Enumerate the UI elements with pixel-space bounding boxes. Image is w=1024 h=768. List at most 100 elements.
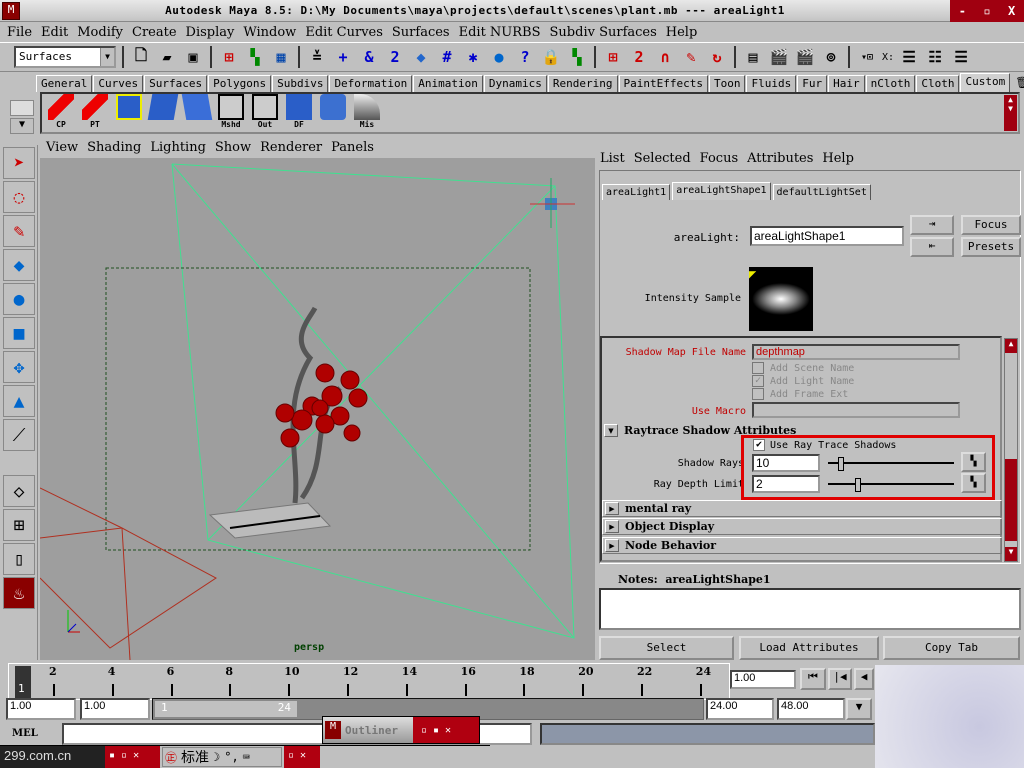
shelf-tab-custom[interactable]: Custom: [960, 73, 1011, 92]
menu-edit[interactable]: Edit: [38, 22, 74, 42]
manipulator-tool-icon[interactable]: ✥: [3, 351, 35, 383]
snap-star-icon[interactable]: ✱: [462, 46, 484, 68]
node-name-field[interactable]: areaLightShape1: [750, 226, 904, 246]
range-slider-handle[interactable]: 1 24: [155, 701, 297, 717]
viewport-menu-panels[interactable]: Panels: [331, 140, 374, 158]
use-macro-field[interactable]: [752, 402, 960, 418]
step-back-key-icon[interactable]: ◀: [854, 668, 874, 690]
shelf-options-chevron-icon[interactable]: ▼: [10, 118, 34, 134]
lock-icon[interactable]: 🔒: [540, 46, 562, 68]
shelf-item-surface-2[interactable]: [147, 94, 179, 132]
attribute-scrollbar[interactable]: ▲ ▼: [1004, 338, 1018, 562]
current-time-field[interactable]: 1.00: [730, 670, 796, 689]
magnet-icon[interactable]: ∩: [654, 46, 676, 68]
input-mode-icon[interactable]: ▾⊡: [856, 46, 878, 68]
menu-file[interactable]: File: [4, 22, 38, 42]
shelf-item-surface-3[interactable]: [181, 94, 213, 132]
viewport-menu-view[interactable]: View: [46, 140, 78, 158]
last-tool-icon[interactable]: ⟋: [3, 419, 35, 451]
playback-start-field[interactable]: 1.00: [80, 698, 150, 720]
shelf-tab-ncloth[interactable]: nCloth: [865, 75, 916, 92]
ae-menu-selected[interactable]: Selected: [634, 151, 691, 166]
shelf-tab-subdivs[interactable]: Subdivs: [272, 75, 329, 92]
time-slider[interactable]: 1 2 4 6 8 10 12 14 16 18 20 22 24: [8, 663, 730, 700]
four-pane-layout-icon[interactable]: ⊞: [3, 509, 35, 541]
shelf-tab-hair[interactable]: Hair: [828, 75, 865, 92]
tab-arealight1[interactable]: areaLight1: [602, 184, 671, 200]
viewport-menu-lighting[interactable]: Lighting: [150, 140, 206, 158]
preferences-chevron-icon[interactable]: ▼: [846, 698, 872, 720]
save-scene-icon[interactable]: ▣: [182, 46, 204, 68]
rotate-tool-icon[interactable]: ●: [3, 283, 35, 315]
tool-settings-toggle-icon[interactable]: ☷: [924, 46, 946, 68]
render-settings-icon[interactable]: ⊚: [820, 46, 842, 68]
ime-toolbar[interactable]: ㊣标准 ☽ °, ⌨: [162, 747, 282, 767]
render-icon[interactable]: 🎬: [768, 46, 790, 68]
viewport-menu-show[interactable]: Show: [215, 140, 251, 158]
step-back-icon[interactable]: |◀: [828, 668, 852, 690]
animation-end-field[interactable]: 48.00: [777, 698, 845, 720]
shelf-menu-button[interactable]: [10, 100, 34, 116]
shelf-tab-surfaces[interactable]: Surfaces: [144, 75, 208, 92]
copy-tab-button[interactable]: Copy Tab: [883, 636, 1020, 660]
notes-textarea[interactable]: [599, 588, 1021, 630]
close-button[interactable]: X: [1008, 4, 1015, 18]
shelf-item-df[interactable]: DF: [284, 94, 314, 132]
output-connection-icon[interactable]: ⇤: [910, 237, 954, 257]
menu-modify[interactable]: Modify: [74, 22, 129, 42]
menu-subdiv-surfaces[interactable]: Subdiv Surfaces: [547, 22, 663, 42]
shelf-tab-animation[interactable]: Animation: [413, 75, 483, 92]
uv-icon[interactable]: ✎: [680, 46, 702, 68]
shelf-item-surface-1[interactable]: [114, 94, 144, 132]
soft-mod-tool-icon[interactable]: ▲: [3, 385, 35, 417]
lasso-tool-icon[interactable]: ◌: [3, 181, 35, 213]
go-to-start-icon[interactable]: ⏮: [800, 668, 826, 690]
ae-menu-attributes[interactable]: Attributes: [747, 151, 813, 166]
add-scene-name-checkbox[interactable]: [752, 362, 764, 374]
playback-end-field[interactable]: 24.00: [706, 698, 774, 720]
load-attributes-button[interactable]: Load Attributes: [739, 636, 879, 660]
input-connection-icon[interactable]: ⇥: [910, 215, 954, 235]
move-tool-icon[interactable]: ◆: [3, 249, 35, 281]
taskbar-close-icon[interactable]: ▫ ✕: [284, 746, 320, 768]
scroll-thumb[interactable]: [1005, 459, 1017, 541]
shadow-map-file-name-field[interactable]: depthmap: [752, 344, 960, 360]
shelf-tab-cloth[interactable]: Cloth: [916, 75, 960, 92]
snap-live-icon[interactable]: #: [436, 46, 458, 68]
sphere-icon[interactable]: ●: [488, 46, 510, 68]
snap-grid-icon[interactable]: +: [332, 46, 354, 68]
tab-arealightshape1[interactable]: areaLightShape1: [672, 182, 771, 200]
menu-help[interactable]: Help: [663, 22, 704, 42]
current-frame-marker[interactable]: 1: [15, 666, 31, 698]
menu-window[interactable]: Window: [240, 22, 302, 42]
help-icon[interactable]: ?: [514, 46, 536, 68]
single-pane-layout-icon[interactable]: ◇: [3, 475, 35, 507]
minimize-button[interactable]: -: [959, 4, 966, 18]
mental-ray-section[interactable]: ▶ mental ray: [602, 500, 1002, 517]
outliner-window[interactable]: M Outliner ▫▪✕: [322, 716, 480, 744]
ae-menu-help[interactable]: Help: [822, 151, 854, 166]
window-controls-icon[interactable]: ▫▪✕: [421, 725, 457, 736]
paint-select-tool-icon[interactable]: ✎: [3, 215, 35, 247]
object-display-section[interactable]: ▶ Object Display: [602, 518, 1002, 535]
add-frame-ext-checkbox[interactable]: [752, 388, 764, 400]
shelf-item-mshd[interactable]: Mshd: [216, 94, 246, 132]
menu-create[interactable]: Create: [129, 22, 183, 42]
new-scene-icon[interactable]: 🗋: [130, 46, 152, 68]
shelf-tab-general[interactable]: General: [36, 75, 93, 92]
shelf-tab-dynamics[interactable]: Dynamics: [483, 75, 547, 92]
outliner-tab[interactable]: M Outliner: [323, 717, 413, 743]
shelf-tab-polygons[interactable]: Polygons: [208, 75, 272, 92]
shelf-tab-rendering[interactable]: Rendering: [547, 75, 618, 92]
shelf-tab-painteffects[interactable]: PaintEffects: [618, 75, 708, 92]
focus-button[interactable]: Focus: [961, 215, 1021, 235]
shelf-item-out[interactable]: Out: [250, 94, 280, 132]
ime-mode-label[interactable]: 标准: [181, 747, 209, 767]
history-icon[interactable]: ⊞: [602, 46, 624, 68]
node-behavior-section[interactable]: ▶ Node Behavior: [602, 537, 1002, 554]
add-light-name-checkbox[interactable]: ✓: [752, 375, 764, 387]
keyboard-icon[interactable]: ⌨: [243, 750, 250, 764]
shelf-tab-deformation[interactable]: Deformation: [329, 75, 413, 92]
select-hierarchy-icon[interactable]: ⊞: [218, 46, 240, 68]
channel-box-toggle-icon[interactable]: ☰: [950, 46, 972, 68]
